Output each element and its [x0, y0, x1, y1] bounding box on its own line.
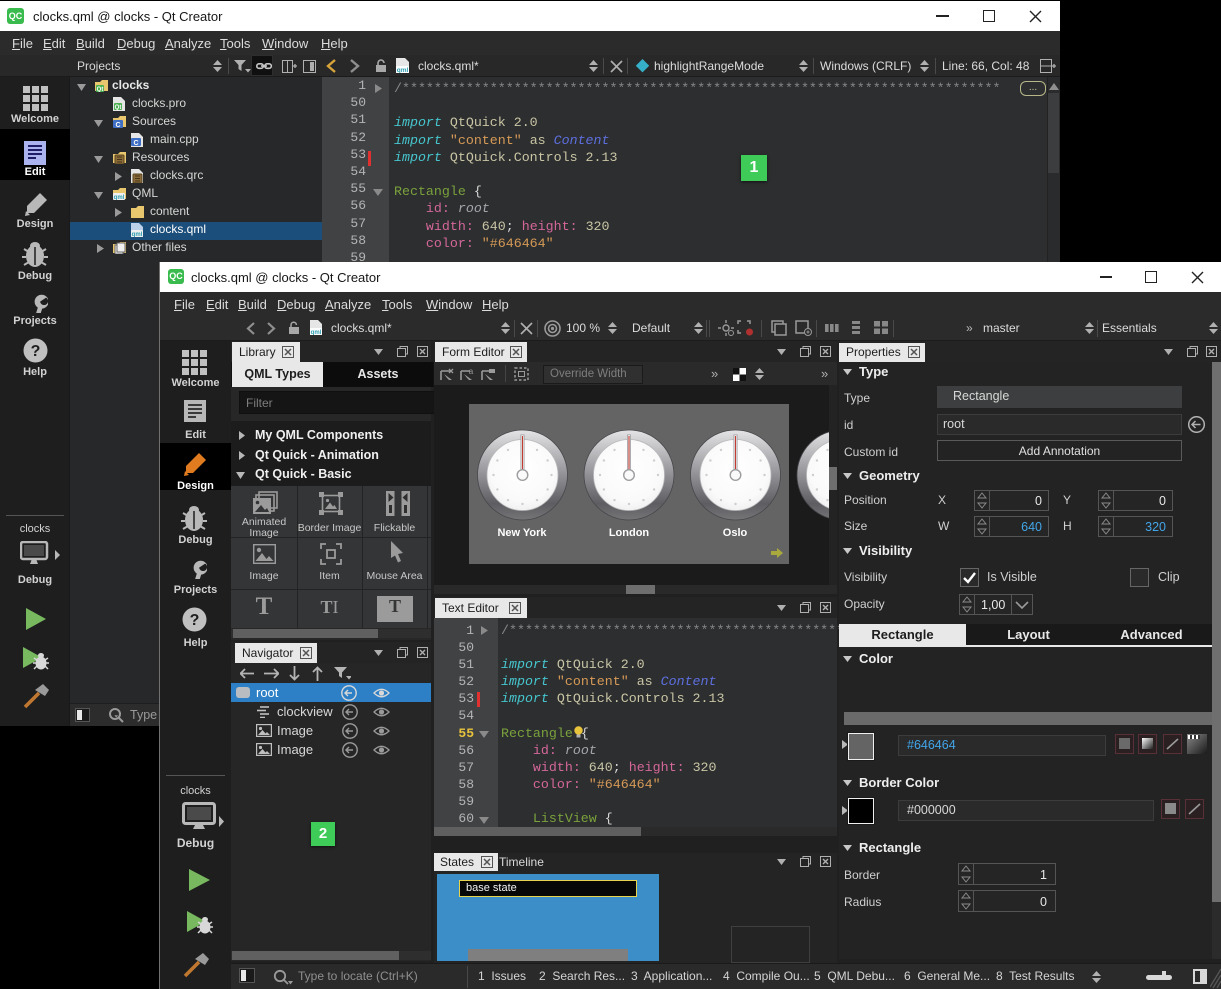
svg-text:C: C — [133, 140, 138, 147]
svg-text:Qt: Qt — [115, 105, 122, 111]
svg-text:qml: qml — [397, 67, 409, 73]
svg-text:qml: qml — [132, 232, 143, 237]
svg-text:qml: qml — [114, 195, 125, 200]
svg-text:C: C — [115, 122, 120, 128]
svg-text:?: ? — [31, 343, 41, 360]
svg-text:a: a — [469, 367, 474, 376]
svg-text:?: ? — [190, 612, 200, 629]
svg-text:Qt: Qt — [97, 87, 104, 92]
svg-text:qml: qml — [311, 330, 322, 335]
